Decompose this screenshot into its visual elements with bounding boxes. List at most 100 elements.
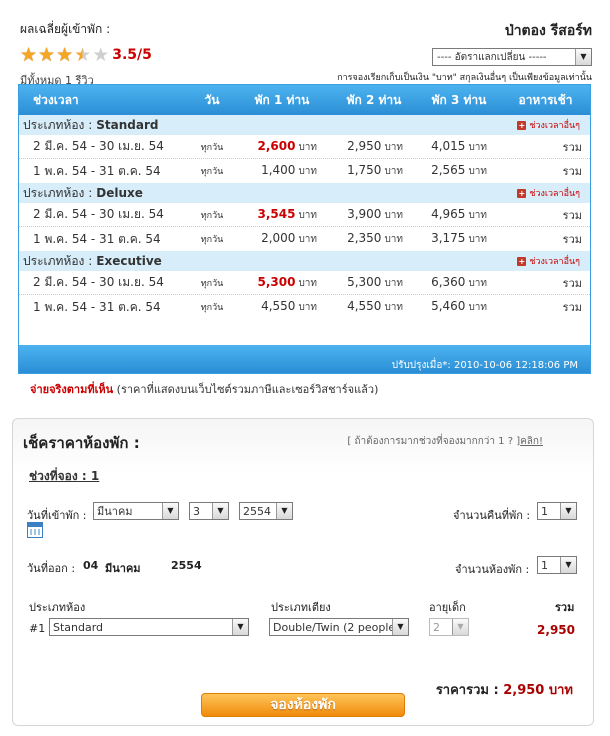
- rooms-label: จำนวนห้องพัก :: [455, 563, 530, 576]
- price-value: 2,565: [431, 163, 466, 177]
- star-rating: ★ ★ ★ ★ ★: [20, 45, 110, 65]
- more-periods-label: ช่วงเวลาอื่นๆ: [529, 121, 580, 131]
- table-row: 1 พ.ค. 54 - 31 ต.ค. 54 ทุกวัน 4,550 บาท 4…: [19, 295, 590, 319]
- rooms-select[interactable]: 1 ▼: [537, 556, 577, 574]
- price-value: 2,350: [347, 231, 382, 245]
- price-unit: บาท: [468, 302, 487, 313]
- price-unit: บาท: [384, 209, 403, 221]
- room-type-select[interactable]: Standard ▼: [49, 618, 249, 636]
- chevron-down-icon[interactable]: ▼: [162, 503, 178, 519]
- price-three-cell: 5,460 บาท: [417, 299, 501, 315]
- checkin-day-select[interactable]: 3 ▼: [189, 502, 229, 520]
- price-unit: บาท: [298, 141, 317, 153]
- day-cell: ทุกวัน: [200, 235, 224, 245]
- day-cell: ทุกวัน: [200, 210, 224, 221]
- plus-icon: +: [517, 120, 527, 130]
- price-unit: บาท: [468, 277, 487, 289]
- child-age-select: 2 ▼: [429, 618, 469, 636]
- price-value: 4,550: [347, 299, 382, 313]
- hotel-name: ป่าตอง รีสอร์ท: [504, 23, 592, 39]
- nights-value: 1: [541, 504, 548, 518]
- more-periods-link[interactable]: + ช่วงเวลาอื่นๆ: [517, 254, 580, 268]
- room-row-number: #1: [29, 622, 46, 635]
- bed-type-select[interactable]: Double/Twin (2 people) ▼: [269, 618, 409, 636]
- currency-select[interactable]: ---- อัตราแลกเปลี่ยน ----- ▼: [432, 48, 592, 66]
- checkin-month-value: มีนาคม: [97, 505, 133, 518]
- day-cell: ทุกวัน: [200, 167, 224, 177]
- more-periods-link[interactable]: + ช่วงเวลาอื่นๆ: [517, 118, 580, 132]
- price-one-cell: 4,550 บาท: [233, 299, 331, 315]
- price-two-cell: 2,950 บาท: [331, 139, 417, 155]
- price-value: 5,460: [431, 299, 466, 313]
- period-cell: 1 พ.ค. 54 - 31 ต.ค. 54: [33, 231, 161, 246]
- rate-table-header: ช่วงเวลา วัน พัก 1 ท่าน พัก 2 ท่าน พัก 3…: [19, 85, 590, 115]
- price-value: 3,900: [347, 206, 382, 221]
- child-age-value: 2: [433, 620, 440, 634]
- breakfast-cell: รวม: [562, 301, 582, 314]
- currency-note: การจองเรียกเก็บเป็นเงิน "บาท" สกุลเงินอื…: [337, 73, 592, 83]
- rating-block: ผลเฉลี่ยผู้เข้าพัก : ★ ★ ★ ★ ★ 3.5/5 มีท…: [20, 20, 152, 89]
- room-type-header: ประเภทห้อง : Standard + ช่วงเวลาอื่นๆ: [19, 115, 590, 135]
- booking-title: เช็คราคาห้องพัก :: [23, 434, 140, 452]
- checkin-year-select[interactable]: 2554 ▼: [239, 502, 293, 520]
- col-header-one-person: พัก 1 ท่าน: [254, 92, 310, 107]
- star-full-icon: ★: [38, 44, 56, 66]
- star-full-icon: ★: [20, 44, 38, 66]
- chevron-down-icon[interactable]: ▼: [560, 503, 576, 519]
- hotel-header: ป่าตอง รีสอร์ท ---- อัตราแลกเปลี่ยน ----…: [337, 20, 592, 84]
- price-two-cell: 3,900 บาท: [331, 207, 417, 223]
- rate-table: ช่วงเวลา วัน พัก 1 ท่าน พัก 2 ท่าน พัก 3…: [18, 84, 591, 374]
- price-unit: บาท: [298, 277, 317, 289]
- price-value: 5,300: [257, 274, 296, 289]
- multi-period-hint: [ ถ้าต้องการมากช่วงที่จองมากกว่า 1 ? ]คล…: [347, 434, 543, 449]
- chevron-down-icon[interactable]: ▼: [276, 503, 292, 519]
- price-value: 3,545: [257, 206, 296, 221]
- calendar-icon[interactable]: [27, 522, 43, 538]
- price-value: 4,965: [431, 206, 466, 221]
- bed-type-col-label: ประเภทเตียง: [271, 601, 331, 614]
- chevron-down-icon[interactable]: ▼: [212, 503, 228, 519]
- col-header-period: ช่วงเวลา: [33, 92, 79, 107]
- chevron-down-icon[interactable]: ▼: [575, 49, 591, 65]
- price-unit: บาท: [384, 141, 403, 153]
- price-two-cell: 2,350 บาท: [331, 231, 417, 247]
- room-type-title: ประเภทห้อง : Standard: [23, 116, 158, 135]
- plus-icon: +: [517, 256, 527, 266]
- more-periods-link[interactable]: + ช่วงเวลาอื่นๆ: [517, 186, 580, 200]
- table-row: 2 มี.ค. 54 - 30 เม.ย. 54 ทุกวัน 2,600 บาท…: [19, 135, 590, 159]
- chevron-down-icon[interactable]: ▼: [560, 557, 576, 573]
- day-cell: ทุกวัน: [200, 142, 224, 153]
- star-full-icon: ★: [56, 44, 74, 66]
- chevron-down-icon[interactable]: ▼: [232, 619, 248, 635]
- multi-period-link[interactable]: คลิก!: [520, 436, 543, 447]
- book-room-button[interactable]: จองห้องพัก: [201, 693, 405, 717]
- chevron-down-icon[interactable]: ▼: [392, 619, 408, 635]
- room-type-name: Executive: [96, 253, 162, 268]
- more-periods-label: ช่วงเวลาอื่นๆ: [529, 257, 580, 267]
- price-unit: บาท: [468, 209, 487, 221]
- price-unit: บาท: [298, 166, 317, 177]
- price-value: 2,000: [261, 231, 296, 245]
- rate-table-footer: ปรับปรุงเมื่อ*: 2010-10-06 12:18:06 PM: [19, 345, 590, 373]
- more-periods-label: ช่วงเวลาอื่นๆ: [529, 189, 580, 199]
- price-unit: บาท: [384, 234, 403, 245]
- rating-score: 3.5/5: [112, 47, 152, 63]
- nights-select[interactable]: 1 ▼: [537, 502, 577, 520]
- price-three-cell: 2,565 บาท: [417, 163, 501, 179]
- period-cell: 2 มี.ค. 54 - 30 เม.ย. 54: [33, 275, 164, 289]
- checkin-day-value: 3: [193, 504, 200, 518]
- price-one-cell: 3,545 บาท: [233, 207, 331, 223]
- checkin-month-select[interactable]: มีนาคม ▼: [93, 502, 179, 520]
- rooms-value: 1: [541, 558, 548, 572]
- room-type-header: ประเภทห้อง : Deluxe + ช่วงเวลาอื่นๆ: [19, 183, 590, 203]
- pay-note-text: (ราคาที่แสดงบนเว็บไซต์รวมภาษีและเซอร์วิส…: [116, 383, 379, 396]
- col-header-breakfast: อาหารเช้า: [518, 92, 573, 107]
- day-cell: ทุกวัน: [200, 303, 224, 313]
- multi-period-text: [ ถ้าต้องการมากช่วงที่จองมากกว่า 1 ? ]: [347, 436, 521, 447]
- booking-period-link[interactable]: ช่วงที่จอง : 1: [29, 467, 99, 486]
- breakfast-cell: รวม: [562, 208, 582, 222]
- price-three-cell: 6,360 บาท: [417, 275, 501, 291]
- room-type-name: Deluxe: [96, 185, 143, 200]
- total-price: ราคารวม : 2,950 บาท: [436, 679, 573, 700]
- rating-label: ผลเฉลี่ยผู้เข้าพัก :: [20, 22, 111, 36]
